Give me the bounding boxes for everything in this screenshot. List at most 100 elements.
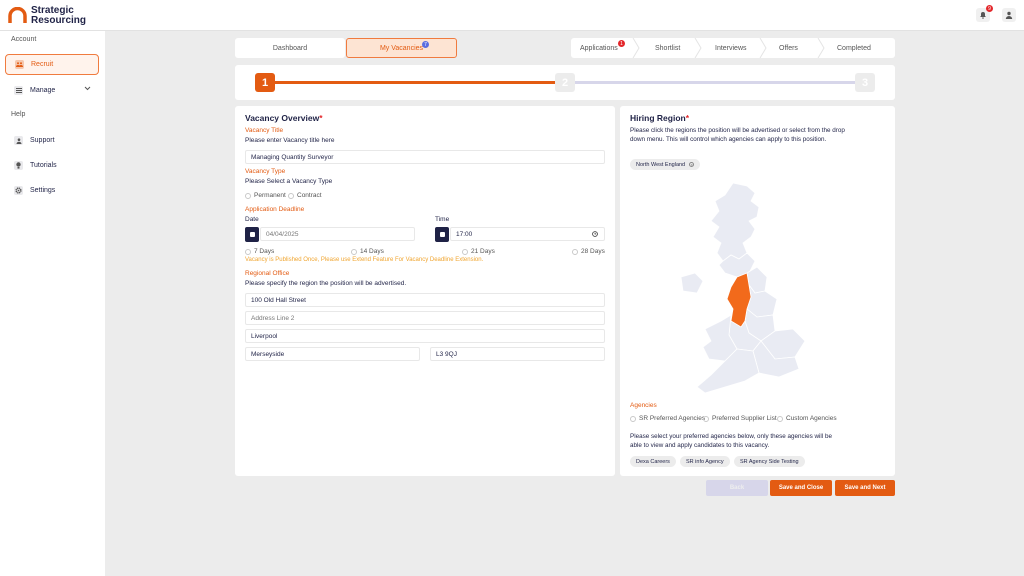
radio-label: 28 Days xyxy=(581,248,605,255)
sidebar-item-label: Recruit xyxy=(31,61,54,68)
region-title: Hiring Region* xyxy=(630,113,689,123)
top-bar: Strategic Resourcing 9 xyxy=(0,0,1024,31)
radio-dot xyxy=(572,248,578,255)
clock-button-icon[interactable] xyxy=(435,227,449,242)
county-input[interactable]: Merseyside xyxy=(245,347,420,361)
tab-label: Applications xyxy=(580,44,618,52)
back-button[interactable]: Back xyxy=(706,480,768,496)
radio-7-days[interactable]: 7 Days xyxy=(245,248,274,255)
pipeline-nav: Applications 1 Shortlist Interviews Offe… xyxy=(571,38,895,58)
tab-applications[interactable]: Applications xyxy=(580,38,618,58)
radio-dot xyxy=(351,248,357,255)
date-input[interactable]: 04/04/2025 xyxy=(260,227,415,241)
vacancy-type-label: Vacancy Type xyxy=(245,168,286,175)
radio-label: Preferred Supplier List xyxy=(712,415,777,422)
radio-contract[interactable]: Contract xyxy=(288,192,322,199)
overview-title: Vacancy Overview* xyxy=(245,113,323,123)
chevron-separator-icon xyxy=(759,38,767,58)
users-icon xyxy=(15,60,24,69)
postcode-input[interactable]: L3 9QJ xyxy=(430,347,605,361)
uk-region-map[interactable] xyxy=(675,181,835,396)
address-line-2-input[interactable]: Address Line 2 xyxy=(245,311,605,325)
logo-mark-icon xyxy=(8,6,27,25)
radio-label: SR Preferred Agencies xyxy=(639,415,706,422)
radio-preferred-supplier-list[interactable]: Preferred Supplier List xyxy=(703,415,777,422)
radio-dot xyxy=(245,192,251,199)
tab-my-vacancies[interactable]: My Vacancies 7 xyxy=(346,38,457,58)
sidebar-item-recruit[interactable]: Recruit xyxy=(5,54,99,75)
radio-21-days[interactable]: 21 Days xyxy=(462,248,495,255)
radio-label: Custom Agencies xyxy=(786,415,837,422)
sidebar-item-label: Settings xyxy=(30,187,56,194)
gear-icon xyxy=(14,186,23,195)
tab-offers[interactable]: Offers xyxy=(779,38,798,58)
radio-28-days[interactable]: 28 Days xyxy=(572,248,605,255)
region-title-text: Hiring Region xyxy=(630,113,686,123)
chip-label: North West England xyxy=(636,161,686,168)
radio-sr-preferred-agencies[interactable]: SR Preferred Agencies xyxy=(630,415,705,422)
tab-completed[interactable]: Completed xyxy=(837,38,871,58)
time-label: Time xyxy=(435,216,450,223)
remove-chip-icon[interactable]: ✕ xyxy=(689,162,695,167)
radio-custom-agencies[interactable]: Custom Agencies xyxy=(777,415,837,422)
tab-dashboard[interactable]: Dashboard xyxy=(235,38,345,58)
sidebar-item-label: Manage xyxy=(30,87,56,94)
sidebar-item-support[interactable]: Support xyxy=(5,130,99,151)
calendar-icon[interactable] xyxy=(245,227,259,242)
sidebar-item-tutorials[interactable]: Tutorials xyxy=(5,155,99,176)
radio-label: 14 Days xyxy=(360,248,384,255)
sidebar-heading-help: Help xyxy=(11,111,26,118)
selected-region-chip[interactable]: North West England ✕ xyxy=(630,159,701,170)
radio-permanent[interactable]: Permanent xyxy=(245,192,286,199)
required-mark: * xyxy=(319,113,323,123)
vacancy-title-label: Vacancy Title xyxy=(245,127,284,134)
sidebar-item-manage[interactable]: Manage xyxy=(5,80,99,101)
radio-14-days[interactable]: 14 Days xyxy=(351,248,384,255)
notification-bell-icon[interactable]: 9 xyxy=(976,5,993,22)
user-avatar-icon[interactable] xyxy=(1002,8,1016,22)
radio-dot xyxy=(288,192,294,199)
regional-office-prompt: Please specify the region the position w… xyxy=(245,280,407,287)
radio-dot xyxy=(703,415,709,422)
vacancy-type-prompt: Please Select a Vacancy Type xyxy=(245,178,333,185)
progress-fill xyxy=(265,81,565,84)
address-line-1-input[interactable]: 100 Old Hall Street xyxy=(245,293,605,307)
vacancy-title-input[interactable]: Managing Quantity Surveyor xyxy=(245,150,605,164)
region-description: Please click the regions the position wi… xyxy=(630,127,845,143)
chevron-down-icon[interactable] xyxy=(84,86,91,93)
sidebar-item-settings[interactable]: Settings xyxy=(5,180,99,201)
hiring-region-card: Hiring Region* Please click the regions … xyxy=(620,106,895,476)
agency-chip[interactable]: SR info Agency xyxy=(680,456,730,467)
person-icon xyxy=(14,136,23,145)
time-input[interactable]: 17:00 xyxy=(450,227,605,241)
step-2[interactable]: 2 xyxy=(555,73,575,92)
brand-logo[interactable]: Strategic Resourcing xyxy=(8,6,86,26)
save-and-close-button[interactable]: Save and Close xyxy=(770,480,832,496)
radio-label: Contract xyxy=(297,192,322,199)
overview-title-text: Vacancy Overview xyxy=(245,113,320,123)
radio-label: Permanent xyxy=(254,192,286,199)
map-region-northern-ireland[interactable] xyxy=(680,272,704,294)
vacancy-overview-card: Vacancy Overview* Vacancy Title Please e… xyxy=(235,106,615,476)
step-3[interactable]: 3 xyxy=(855,73,875,92)
agency-chip[interactable]: SR Agency Side Testing xyxy=(734,456,805,467)
brand-line-2: Resourcing xyxy=(31,15,87,26)
sidebar-item-label: Tutorials xyxy=(30,162,57,169)
sidebar: Account Recruit Manage Help Support Tuto… xyxy=(0,31,105,576)
map-region-scotland[interactable] xyxy=(710,182,760,262)
agency-chip[interactable]: Dexa Careers xyxy=(630,456,676,467)
step-1[interactable]: 1 xyxy=(255,73,275,92)
progress-stepper: 1 2 3 xyxy=(235,65,895,100)
tab-label: My Vacancies xyxy=(379,44,424,52)
save-and-next-button[interactable]: Save and Next xyxy=(835,480,895,496)
tab-interviews[interactable]: Interviews xyxy=(715,38,747,58)
tab-shortlist[interactable]: Shortlist xyxy=(655,38,680,58)
time-value: 17:00 xyxy=(456,230,473,238)
bulb-icon xyxy=(14,161,23,170)
top-icons: 9 xyxy=(976,5,1016,22)
clock-icon[interactable] xyxy=(592,231,598,239)
deadline-label: Application Deadline xyxy=(245,206,305,213)
brand-name: Strategic Resourcing xyxy=(31,6,86,26)
city-input[interactable]: Liverpool xyxy=(245,329,605,343)
agencies-label: Agencies xyxy=(630,402,657,409)
